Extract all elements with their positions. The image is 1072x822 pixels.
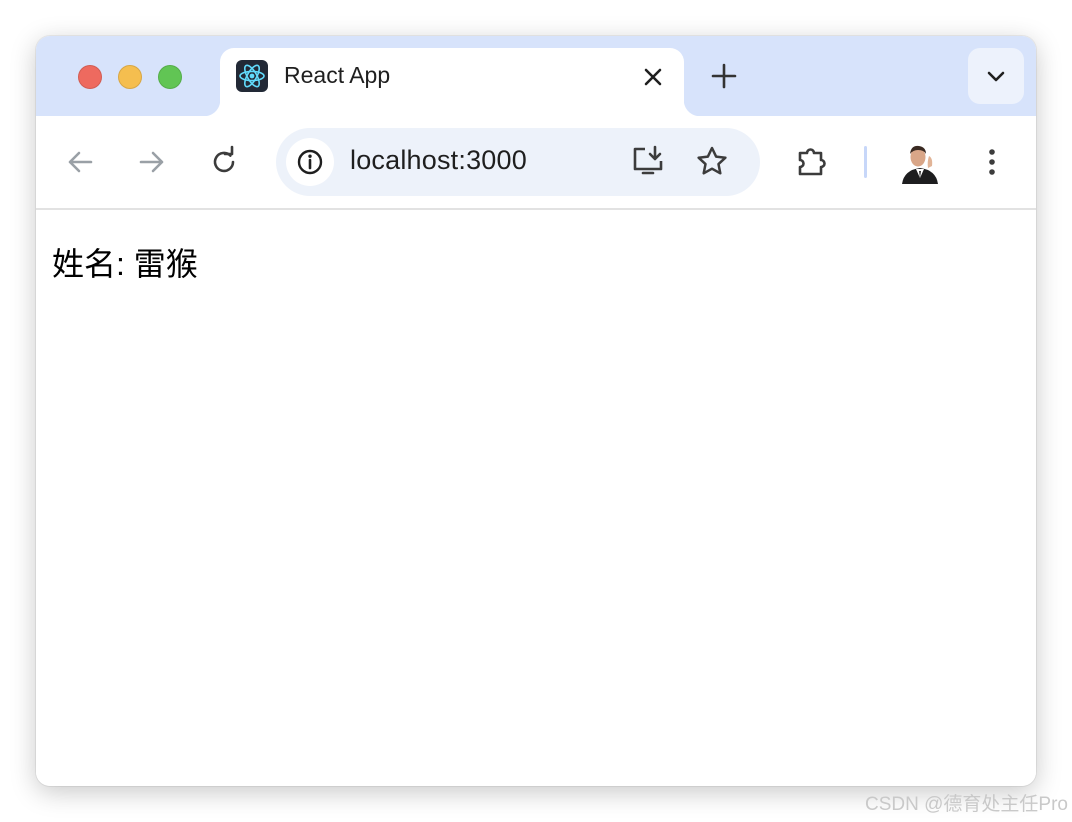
menu-button[interactable] <box>972 142 1012 182</box>
name-text: 姓名: 雷猴 <box>52 246 198 282</box>
toolbar-divider <box>864 146 867 178</box>
plus-icon[interactable] <box>708 60 740 92</box>
maximize-window-button[interactable] <box>158 65 182 89</box>
star-icon <box>697 146 727 175</box>
reload-icon <box>213 145 235 173</box>
toolbar: localhost:3000 <box>36 116 1036 210</box>
address-bar[interactable]: localhost:3000 <box>276 128 760 196</box>
page-content: 姓名: 雷猴 <box>36 210 1036 786</box>
extensions-button[interactable] <box>792 142 832 182</box>
watermark: CSDN @德育处主任Pro <box>865 794 1068 815</box>
react-logo-icon <box>236 60 268 92</box>
close-icon[interactable] <box>638 62 668 92</box>
tab-search-button[interactable] <box>968 48 1024 104</box>
tab-strip: React App <box>36 36 1036 118</box>
bookmark-button[interactable] <box>692 142 732 182</box>
arrow-left-icon <box>68 151 93 173</box>
back-button[interactable] <box>60 142 100 182</box>
close-window-button[interactable] <box>78 65 102 89</box>
minimize-window-button[interactable] <box>118 65 142 89</box>
reload-button[interactable] <box>204 142 244 182</box>
forward-button[interactable] <box>132 142 172 182</box>
install-app-button[interactable] <box>628 142 668 182</box>
info-icon <box>297 149 323 175</box>
install-app-icon <box>633 145 663 175</box>
browser-window: React App localhost:3000 姓名: 雷猴 <box>36 36 1036 786</box>
tab-react-app[interactable]: React App <box>204 48 700 118</box>
arrow-right-icon <box>139 151 164 173</box>
chevron-down-icon <box>987 71 1005 82</box>
tab-title: React App <box>284 62 391 88</box>
site-info-button[interactable] <box>286 138 334 186</box>
puzzle-icon <box>798 148 826 176</box>
more-vert-icon <box>989 149 995 175</box>
url-text[interactable]: localhost:3000 <box>350 145 527 176</box>
profile-avatar[interactable] <box>900 140 940 184</box>
